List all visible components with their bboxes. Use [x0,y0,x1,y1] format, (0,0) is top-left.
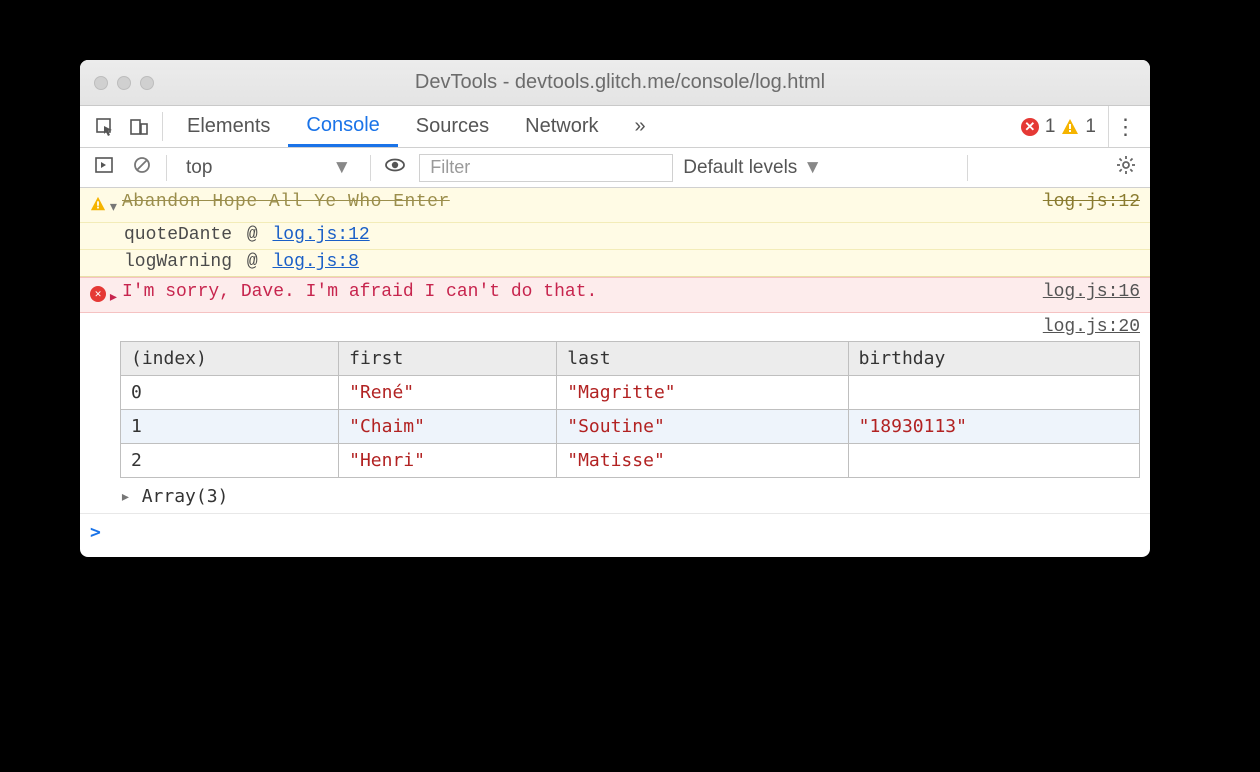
trace-fn: logWarning [124,252,232,272]
console-settings-icon[interactable] [1112,155,1140,181]
tab-sources[interactable]: Sources [398,106,507,147]
minimize-window-button[interactable] [117,76,131,90]
tabstrip: Elements Console Sources Network » ✕ 1 1… [80,106,1150,148]
chevron-down-icon: ▼ [332,157,351,179]
live-expression-icon[interactable] [381,154,409,182]
table-row[interactable]: 2 "Henri" "Matisse" [121,444,1140,478]
log-row-warning[interactable]: ▾ Abandon Hope All Ye Who Enter log.js:1… [80,188,1150,223]
titlebar: DevTools - devtools.glitch.me/console/lo… [80,60,1150,106]
log-row-table-source: log.js:20 [80,313,1150,341]
tab-network[interactable]: Network [507,106,616,147]
context-selector[interactable]: top ▼ [177,154,360,182]
error-icon: ✕ [90,286,106,302]
tab-console[interactable]: Console [288,106,397,147]
toggle-sidebar-icon[interactable] [90,155,118,181]
chevron-down-icon: ▼ [803,157,822,179]
table-header[interactable]: birthday [848,342,1139,376]
log-levels-select[interactable]: Default levels ▼ [683,157,822,179]
error-count: 1 [1045,116,1056,138]
prompt-chevron-icon: > [90,522,101,543]
window-title: DevTools - devtools.glitch.me/console/lo… [164,71,1076,94]
warning-icon [90,196,106,218]
zoom-window-button[interactable] [140,76,154,90]
status-counts[interactable]: ✕ 1 1 [1021,106,1102,147]
stack-trace-line: quoteDante @ log.js:12 [80,223,1150,250]
context-label: top [186,157,212,179]
tab-overflow[interactable]: » [617,106,664,147]
console-body: ▾ Abandon Hope All Ye Who Enter log.js:1… [80,188,1150,557]
table-row[interactable]: 0 "René" "Magritte" [121,376,1140,410]
chevron-right-icon[interactable]: ▸ [108,282,122,308]
warning-count: 1 [1085,116,1096,138]
error-icon: ✕ [1021,118,1039,136]
clear-console-icon[interactable] [128,155,156,181]
devtools-window: DevTools - devtools.glitch.me/console/lo… [80,60,1150,557]
more-menu-icon[interactable]: ⋮ [1108,106,1142,147]
table-row[interactable]: 1 "Chaim" "Soutine" "18930113" [121,410,1140,444]
chevron-down-icon[interactable]: ▾ [108,192,122,218]
source-link[interactable]: log.js:12 [1043,192,1140,212]
console-table: (index) first last birthday 0 "René" "Ma… [80,341,1150,480]
table-header[interactable]: last [557,342,848,376]
tab-elements[interactable]: Elements [169,106,288,147]
device-toolbar-icon[interactable] [122,106,156,147]
source-link[interactable]: log.js:8 [272,252,358,272]
warning-message: Abandon Hope All Ye Who Enter [122,192,450,212]
source-link[interactable]: log.js:12 [272,225,369,245]
table-header[interactable]: (index) [121,342,339,376]
filter-input[interactable] [419,154,673,182]
inspect-element-icon[interactable] [88,106,122,147]
close-window-button[interactable] [94,76,108,90]
source-link[interactable]: log.js:16 [1043,282,1140,302]
stack-trace-line: logWarning @ log.js:8 [80,250,1150,277]
filterbar: top ▼ Default levels ▼ [80,148,1150,188]
table-header[interactable]: first [339,342,557,376]
chevron-right-icon: ▸ [120,486,131,507]
trace-fn: quoteDante [124,225,232,245]
levels-label: Default levels [683,157,797,179]
array-summary[interactable]: ▸ Array(3) [80,480,1150,514]
source-link[interactable]: log.js:20 [1043,317,1140,337]
traffic-lights [94,76,154,90]
warning-icon [1061,118,1079,136]
console-prompt[interactable]: > [80,514,1150,557]
error-message: I'm sorry, Dave. I'm afraid I can't do t… [122,282,1043,302]
log-row-error[interactable]: ✕ ▸ I'm sorry, Dave. I'm afraid I can't … [80,277,1150,313]
